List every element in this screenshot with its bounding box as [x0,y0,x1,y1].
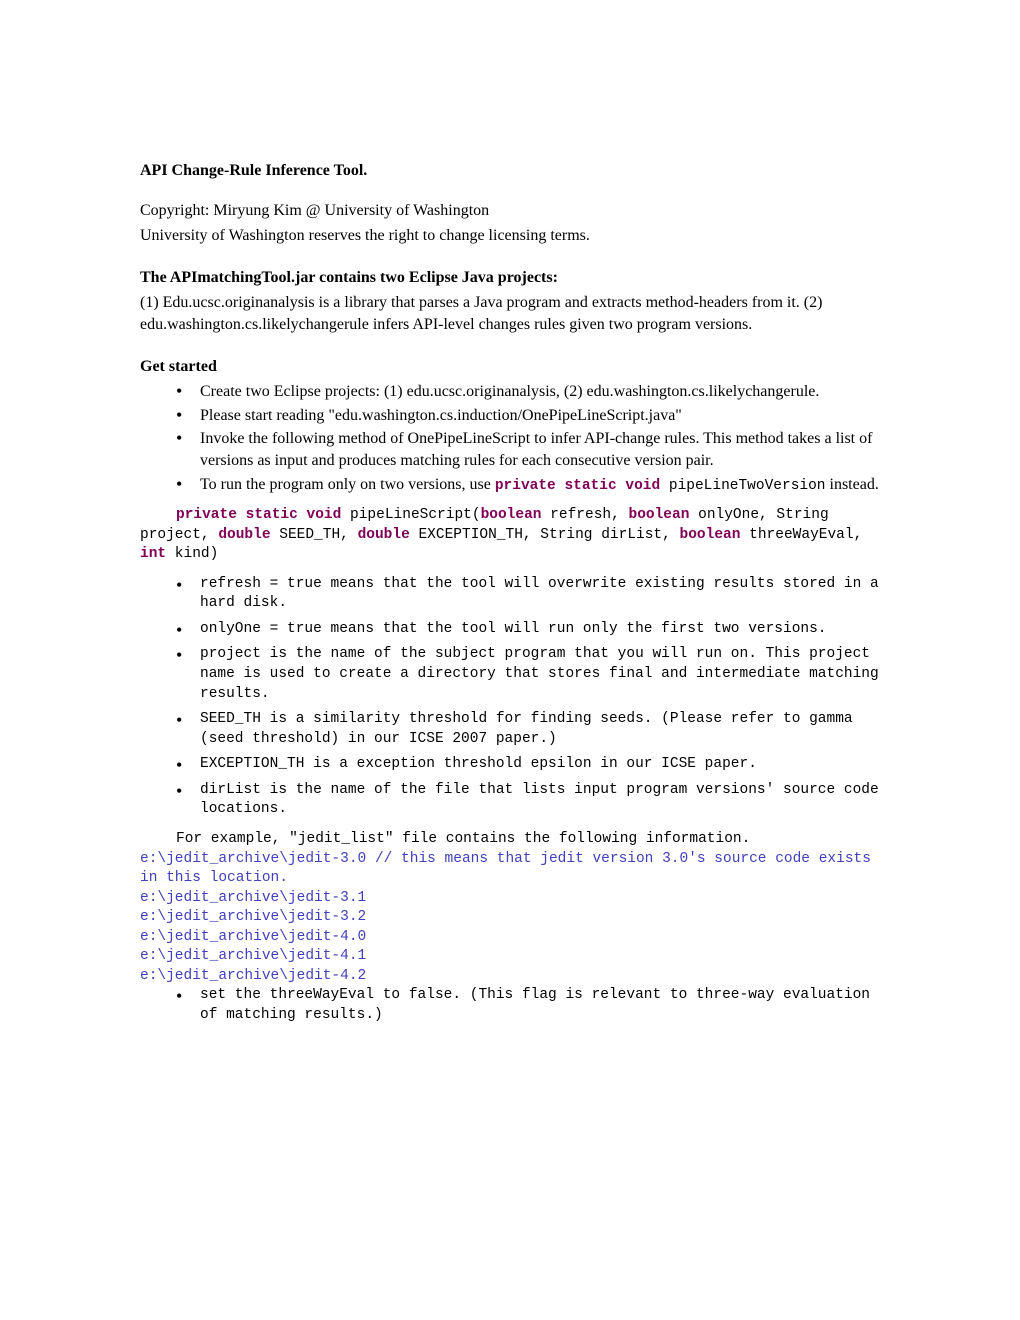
final-list: set the threeWayEval to false. (This fla… [140,986,880,1025]
code-text: pipeLineTwoVersion [660,478,825,494]
code-text: kind) [166,546,218,562]
method-signature: private static void pipeLineScript(boole… [140,506,880,565]
code-keyword: boolean [481,507,542,523]
param-list: refresh = true means that the tool will … [140,575,880,820]
copyright-line-1: Copyright: Miryung Kim @ University of W… [140,200,880,222]
code-text: refresh, [541,507,628,523]
code-keyword: private static void [176,507,341,523]
list-item: refresh = true means that the tool will … [140,575,880,614]
example-line: e:\jedit_archive\jedit-4.2 [140,967,880,987]
code-keyword: boolean [680,527,741,543]
list-item: Invoke the following method of OnePipeLi… [140,428,880,471]
jar-heading: The APImatchingTool.jar contains two Ecl… [140,267,880,289]
text: instead. [826,476,879,493]
jar-body: (1) Edu.ucsc.originanalysis is a library… [140,292,880,335]
code-keyword: int [140,546,166,562]
code-keyword: double [358,527,410,543]
code-text: SEED_TH, [271,527,358,543]
get-started-list: Create two Eclipse projects: (1) edu.ucs… [140,381,880,496]
example-line: e:\jedit_archive\jedit-3.2 [140,908,880,928]
list-item: Please start reading "edu.washington.cs.… [140,405,880,427]
list-item: To run the program only on two versions,… [140,474,880,497]
list-item: SEED_TH is a similarity threshold for fi… [140,710,880,749]
get-started-heading: Get started [140,356,880,378]
example-line: e:\jedit_archive\jedit-3.1 [140,889,880,909]
list-item: onlyOne = true means that the tool will … [140,620,880,640]
code-text: threeWayEval, [740,527,862,543]
list-item: EXCEPTION_TH is a exception threshold ep… [140,755,880,775]
list-item: project is the name of the subject progr… [140,645,880,704]
example-line: e:\jedit_archive\jedit-4.0 [140,928,880,948]
code-keyword: double [218,527,270,543]
example-intro: For example, "jedit_list" file contains … [140,830,880,850]
example-line: e:\jedit_archive\jedit-3.0 // this means… [140,850,880,889]
copyright-line-2: University of Washington reserves the ri… [140,225,880,247]
page-title: API Change-Rule Inference Tool. [140,160,880,182]
code-text: pipeLineScript( [341,507,480,523]
text: To run the program only on two versions,… [200,476,495,493]
code-text: EXCEPTION_TH, String dirList, [410,527,680,543]
example-line: e:\jedit_archive\jedit-4.1 [140,947,880,967]
list-item: Create two Eclipse projects: (1) edu.ucs… [140,381,880,403]
code-keyword: private static void [495,478,660,494]
code-keyword: boolean [629,507,690,523]
list-item: set the threeWayEval to false. (This fla… [140,986,880,1025]
document-page: API Change-Rule Inference Tool. Copyrigh… [0,0,1020,1320]
list-item: dirList is the name of the file that lis… [140,781,880,820]
